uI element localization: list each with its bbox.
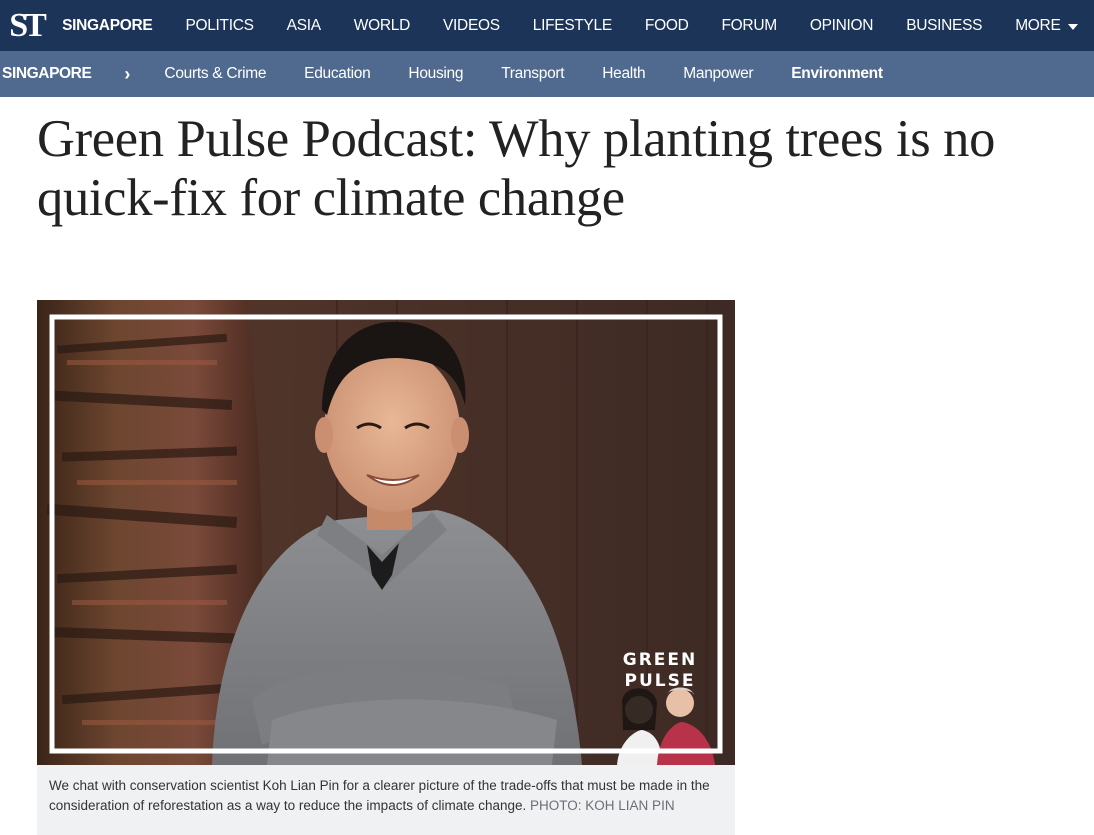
nav-item-politics[interactable]: POLITICS bbox=[169, 0, 270, 51]
green-pulse-badge-line2: PULSE bbox=[625, 671, 696, 691]
subnav-item-education[interactable]: Education bbox=[285, 51, 389, 97]
article-photo[interactable]: GREEN PULSE bbox=[37, 300, 735, 765]
nav-item-videos[interactable]: VIDEOS bbox=[427, 0, 517, 51]
subnav-menu: Courts & Crime Education Housing Transpo… bbox=[146, 51, 901, 97]
subnav-item-transport[interactable]: Transport bbox=[482, 51, 583, 97]
photo-illustration: GREEN PULSE bbox=[37, 300, 735, 765]
nav-item-food[interactable]: FOOD bbox=[628, 0, 705, 51]
st-logo[interactable]: ST bbox=[0, 0, 48, 51]
nav-item-opinion[interactable]: OPINION bbox=[793, 0, 889, 51]
photo-credit: PHOTO: KOH LIAN PIN bbox=[530, 798, 675, 813]
section-subnav: SINGAPORE › Courts & Crime Education Hou… bbox=[0, 51, 1094, 97]
subnav-item-housing[interactable]: Housing bbox=[389, 51, 482, 97]
nav-item-world[interactable]: WORLD bbox=[337, 0, 426, 51]
nav-item-forum[interactable]: FORUM bbox=[705, 0, 793, 51]
subnav-item-courts-crime[interactable]: Courts & Crime bbox=[146, 51, 285, 97]
nav-item-business[interactable]: BUSINESS bbox=[890, 0, 999, 51]
photo-caption: We chat with conservation scientist Koh … bbox=[37, 765, 735, 835]
chevron-right-icon: › bbox=[124, 63, 131, 84]
subnav-item-manpower[interactable]: Manpower bbox=[664, 51, 772, 97]
nav-item-asia[interactable]: ASIA bbox=[270, 0, 337, 51]
nav-item-lifestyle[interactable]: LIFESTYLE bbox=[516, 0, 628, 51]
nav-item-more-label: MORE bbox=[1015, 16, 1061, 34]
green-pulse-badge-line1: GREEN bbox=[623, 650, 698, 670]
subnav-item-health[interactable]: Health bbox=[583, 51, 664, 97]
subnav-item-environment[interactable]: Environment bbox=[772, 51, 901, 97]
nav-item-singapore[interactable]: SINGAPORE bbox=[48, 0, 169, 51]
main-menu: SINGAPORE POLITICS ASIA WORLD VIDEOS LIF… bbox=[48, 0, 1094, 51]
subnav-section-title[interactable]: SINGAPORE bbox=[0, 65, 92, 83]
nav-item-more[interactable]: MORE bbox=[999, 0, 1094, 51]
top-navigation: ST SINGAPORE POLITICS ASIA WORLD VIDEOS … bbox=[0, 0, 1094, 51]
article-headline: Green Pulse Podcast: Why planting trees … bbox=[37, 110, 996, 227]
caret-down-icon bbox=[1067, 23, 1078, 30]
